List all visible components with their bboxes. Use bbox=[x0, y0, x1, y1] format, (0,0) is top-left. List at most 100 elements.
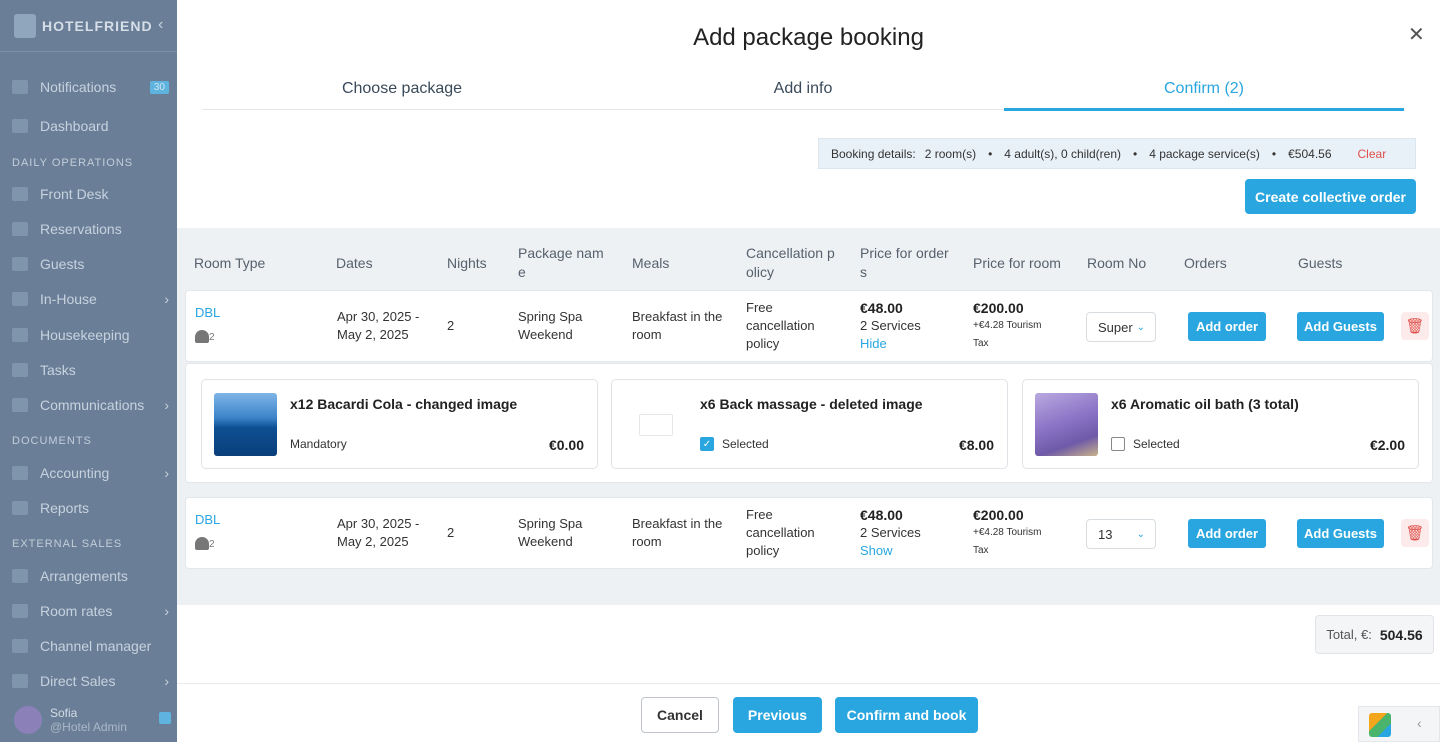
sidebar-item-room-rates[interactable]: Room rates › bbox=[0, 596, 177, 626]
service-status-text: Mandatory bbox=[290, 437, 347, 451]
sidebar-item-guests[interactable]: Guests bbox=[0, 249, 177, 279]
room-price-cell: €200.00 +€4.28 Tourism Tax bbox=[973, 506, 1041, 560]
sidebar-item-label: In-House bbox=[40, 291, 97, 307]
add-guests-button[interactable]: Add Guests bbox=[1297, 312, 1384, 341]
sidebar-item-direct-sales[interactable]: Direct Sales › bbox=[0, 666, 177, 696]
booking-details-label: Booking details: bbox=[831, 146, 916, 161]
header-text: s bbox=[860, 264, 867, 280]
service-status: Mandatory bbox=[290, 437, 347, 451]
date-end: May 2, 2025 bbox=[337, 327, 409, 342]
create-collective-order-button[interactable]: Create collective order bbox=[1245, 179, 1416, 214]
service-price: €8.00 bbox=[958, 437, 994, 453]
package-cell: Spring Spa Weekend bbox=[518, 515, 582, 551]
nights-cell: 2 bbox=[447, 318, 455, 333]
sidebar-item-accounting[interactable]: Accounting › bbox=[0, 458, 177, 488]
room-type-link[interactable]: DBL bbox=[195, 511, 220, 529]
tab-add-info[interactable]: Add info bbox=[603, 80, 1003, 98]
section-daily-operations: DAILY OPERATIONS bbox=[12, 157, 134, 169]
service-title: x6 Back massage - deleted image bbox=[700, 396, 923, 412]
checkbox-unchecked[interactable] bbox=[1111, 437, 1125, 451]
meals-cell: Breakfast in the room bbox=[632, 515, 722, 551]
package-text: Spring Spa bbox=[518, 516, 583, 531]
header-text: e bbox=[518, 264, 526, 280]
booking-services: 4 package service(s) bbox=[1149, 146, 1260, 161]
collapse-sidebar-icon[interactable]: ‹ bbox=[158, 16, 163, 34]
modal-title: Add package booking bbox=[693, 24, 924, 51]
header-text: Package nam bbox=[518, 245, 604, 261]
chevron-left-icon[interactable]: ‹ bbox=[1417, 715, 1422, 731]
user-role: @Hotel Admin bbox=[50, 720, 127, 734]
chevron-right-icon: › bbox=[164, 397, 169, 413]
header-price-for-room: Price for room bbox=[973, 255, 1061, 271]
sidebar-item-notifications[interactable]: Notifications 30 bbox=[0, 72, 177, 102]
sidebar-item-in-house[interactable]: In-House › bbox=[0, 284, 177, 314]
hotelfriend-logo-icon bbox=[14, 13, 36, 38]
corner-widget[interactable]: ‹ bbox=[1358, 706, 1440, 742]
room-price-cell: €200.00 +€4.28 Tourism Tax bbox=[973, 299, 1041, 353]
chevron-right-icon: › bbox=[164, 291, 169, 307]
dates-cell: Apr 30, 2025 - May 2, 2025 bbox=[337, 308, 419, 344]
placeholder-frame bbox=[638, 413, 673, 436]
cancellation-cell: Free cancellation policy bbox=[746, 506, 815, 560]
cancel-text: Free bbox=[746, 507, 773, 522]
sea-image bbox=[214, 393, 277, 456]
sidebar-item-label: Channel manager bbox=[40, 638, 152, 654]
sidebar-item-reports[interactable]: Reports bbox=[0, 493, 177, 523]
chevron-right-icon: › bbox=[164, 673, 169, 689]
previous-button[interactable]: Previous bbox=[733, 697, 822, 733]
brand-logo[interactable]: HOTELFRIEND bbox=[0, 0, 177, 52]
sidebar-item-label: Room rates bbox=[40, 603, 113, 619]
sidebar-item-reservations[interactable]: Reservations bbox=[0, 214, 177, 244]
sidebar-item-label: Reports bbox=[40, 500, 90, 516]
booking-details-bar: Booking details: 2 room(s) • 4 adult(s),… bbox=[818, 138, 1416, 169]
sidebar-item-label: Notifications bbox=[40, 79, 117, 95]
reports-icon bbox=[12, 501, 28, 515]
add-order-button[interactable]: Add order bbox=[1188, 312, 1266, 341]
sidebar-item-label: Accounting bbox=[40, 465, 110, 481]
service-title: x6 Aromatic oil bath (3 total) bbox=[1111, 396, 1299, 412]
sidebar-item-channel-manager[interactable]: Channel manager bbox=[0, 631, 177, 661]
header-package-name: Package nam e bbox=[518, 244, 604, 282]
header-meals: Meals bbox=[632, 255, 670, 271]
sidebar-item-arrangements[interactable]: Arrangements bbox=[0, 561, 177, 591]
separator-dot: • bbox=[1271, 146, 1277, 161]
trash-icon[interactable]: 🗑 bbox=[1401, 519, 1429, 547]
wrench-icon bbox=[12, 363, 28, 377]
tab-choose-package[interactable]: Choose package bbox=[202, 80, 602, 98]
cancel-text: Free bbox=[746, 300, 773, 315]
sidebar-item-tasks[interactable]: Tasks bbox=[0, 355, 177, 385]
lavender-image bbox=[1035, 393, 1098, 456]
header-room-no: Room No bbox=[1087, 255, 1147, 271]
tab-confirm[interactable]: Confirm (2) bbox=[1004, 80, 1404, 98]
header-text: olicy bbox=[746, 264, 775, 280]
room-number-select[interactable]: Super ⌄ bbox=[1086, 312, 1156, 342]
confirm-and-book-button[interactable]: Confirm and book bbox=[835, 697, 978, 733]
sidebar-item-communications[interactable]: Communications › bbox=[0, 390, 177, 420]
separator-dot: • bbox=[1133, 146, 1138, 161]
chevron-right-icon: › bbox=[164, 603, 169, 619]
date-start: Apr 30, 2025 - bbox=[337, 309, 420, 324]
add-order-button[interactable]: Add order bbox=[1188, 519, 1266, 548]
cancel-button[interactable]: Cancel bbox=[641, 697, 719, 733]
order-price-cell: €48.00 2 Services Show bbox=[860, 506, 921, 560]
room-price: €200.00 bbox=[973, 300, 1024, 316]
room-type-link[interactable]: DBL bbox=[195, 304, 220, 322]
guest-count-value: 2 bbox=[209, 332, 215, 343]
close-icon[interactable]: ✕ bbox=[1408, 22, 1425, 47]
trash-icon[interactable]: 🗑 bbox=[1401, 312, 1429, 340]
show-services-link[interactable]: Show bbox=[860, 542, 921, 560]
guest-count-value: 2 bbox=[209, 539, 215, 550]
add-guests-button[interactable]: Add Guests bbox=[1297, 519, 1384, 548]
header-price-for-orders: Price for order s bbox=[860, 244, 949, 282]
checkbox-checked[interactable]: ✓ bbox=[700, 437, 714, 451]
sidebar-item-housekeeping[interactable]: Housekeeping bbox=[0, 320, 177, 350]
hide-services-link[interactable]: Hide bbox=[860, 335, 921, 353]
booking-price: €504.56 bbox=[1288, 146, 1332, 161]
room-number-select[interactable]: 13 ⌄ bbox=[1086, 519, 1156, 549]
sidebar-item-front-desk[interactable]: Front Desk bbox=[0, 179, 177, 209]
sidebar-item-label: Communications bbox=[40, 397, 145, 413]
sidebar-item-dashboard[interactable]: Dashboard bbox=[0, 111, 177, 141]
clear-button[interactable]: Clear bbox=[1358, 147, 1387, 161]
logout-icon[interactable] bbox=[159, 712, 171, 724]
user-profile[interactable]: Sofia @Hotel Admin bbox=[0, 698, 177, 742]
